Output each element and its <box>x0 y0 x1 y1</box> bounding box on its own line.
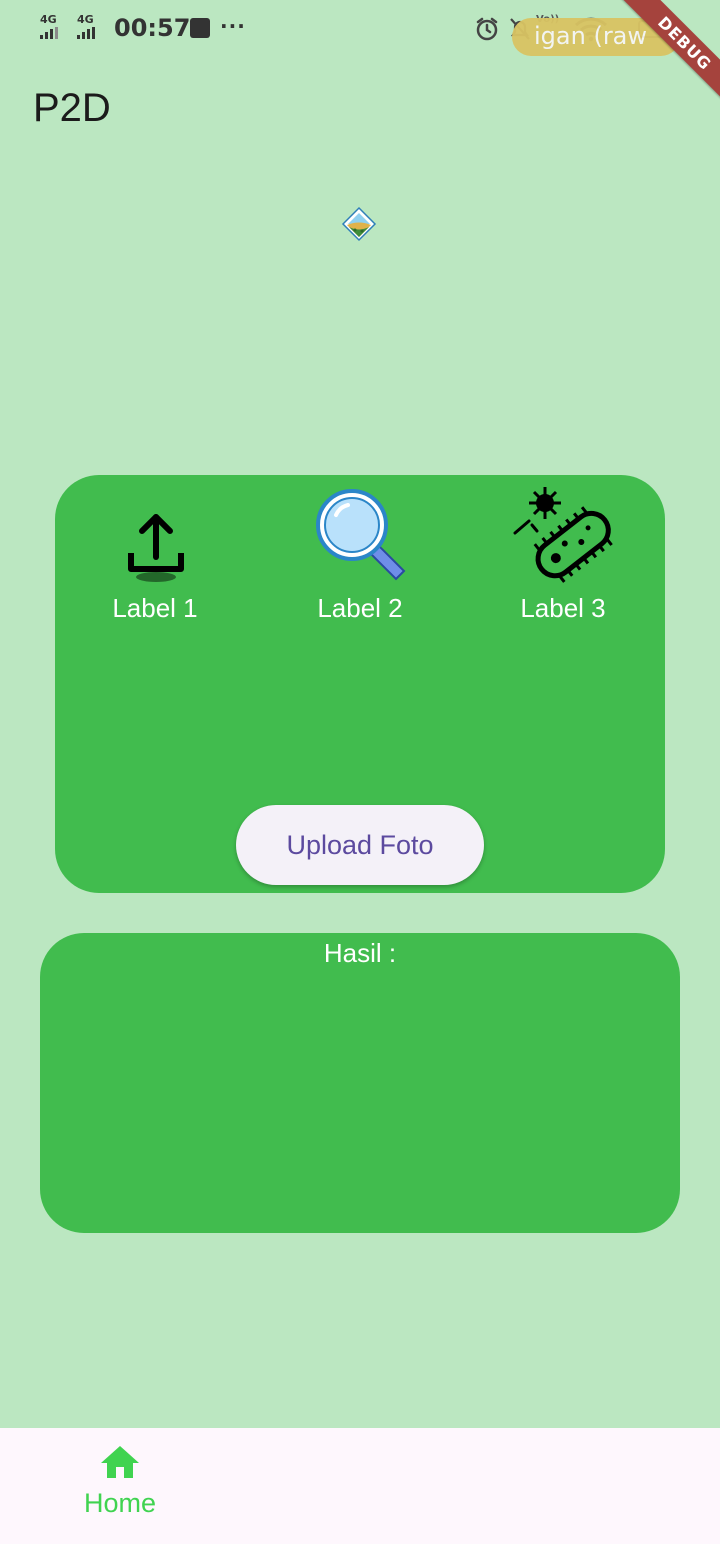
bacteria-icon <box>513 487 613 583</box>
status-time: 00:57 <box>114 14 191 42</box>
signal-icon-2: 4G <box>77 14 95 39</box>
network-type-2: 4G <box>77 13 94 26</box>
label-item-3[interactable]: Label 3 <box>473 475 653 624</box>
status-bar: 4G 4G 00:57 ··· Vo)) igan (raw DEBUG <box>0 0 720 113</box>
more-notifications-icon: ··· <box>220 14 246 38</box>
label-3-text: Label 3 <box>520 593 606 623</box>
label-item-2[interactable]: Label 2 <box>270 475 450 624</box>
bottom-navigation: Home <box>0 1428 720 1544</box>
usb-debug-icon <box>190 18 210 38</box>
signal-icon-1: 4G <box>40 14 58 39</box>
page-title: P2D <box>33 86 111 130</box>
result-card: Hasil : <box>40 933 680 1233</box>
upload-icon <box>128 514 184 582</box>
alarm-icon <box>476 17 498 41</box>
logo-image <box>341 206 377 242</box>
result-title: Hasil : <box>323 938 397 968</box>
upload-photo-button[interactable]: Upload Foto <box>236 805 484 885</box>
label-1-text: Label 1 <box>112 593 198 623</box>
label-2-text: Label 2 <box>317 593 403 623</box>
home-icon <box>101 1446 139 1478</box>
nav-item-home[interactable]: Home <box>60 1444 180 1519</box>
nav-home-label: Home <box>83 1488 157 1518</box>
label-card: Label 1 Label 2 Label 3 Upload Foto <box>55 475 665 893</box>
notification-pill-text: igan (raw <box>534 22 648 50</box>
label-item-1[interactable]: Label 1 <box>65 475 245 624</box>
network-type-1: 4G <box>40 13 57 26</box>
magnifier-icon <box>316 489 406 581</box>
